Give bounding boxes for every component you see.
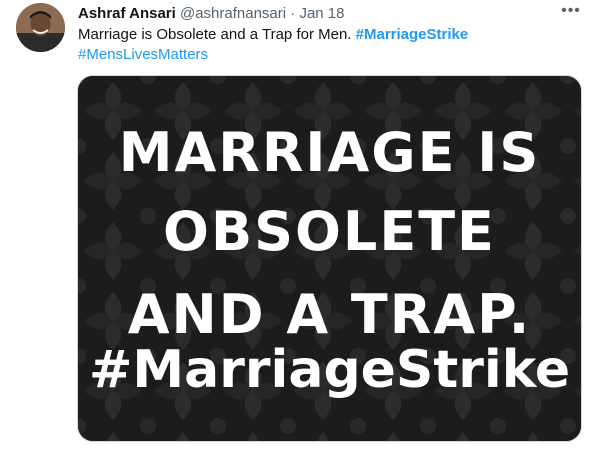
image-text-line: MARRIAGE IS	[118, 121, 541, 184]
image-text-line: #MarriageStrike	[88, 340, 571, 400]
separator: ·	[290, 5, 296, 22]
hashtag-link[interactable]: #MarriageStrike	[356, 26, 469, 43]
timestamp[interactable]: Jan 18	[299, 5, 344, 22]
avatar[interactable]	[16, 3, 65, 52]
handle[interactable]: @ashrafnansari	[180, 5, 286, 22]
image-text-line: OBSOLETE	[163, 200, 496, 263]
tweet-text-body: Marriage is Obsolete and a Trap for Men.	[78, 26, 352, 43]
tweet[interactable]: Ashraf Ansari @ashrafnansari · Jan 18 ••…	[0, 0, 603, 453]
tweet-image[interactable]: MARRIAGE IS OBSOLETE AND A TRAP. #Marria…	[77, 75, 582, 442]
image-text-line: AND A TRAP.	[127, 283, 532, 346]
more-dots-icon[interactable]: •••	[559, 2, 583, 24]
display-name[interactable]: Ashraf Ansari	[78, 5, 176, 22]
hashtag-link[interactable]: #MensLivesMatters	[78, 46, 208, 63]
tweet-header: Ashraf Ansari @ashrafnansari · Jan 18	[78, 4, 345, 24]
tweet-text: Marriage is Obsolete and a Trap for Men.…	[78, 25, 578, 65]
